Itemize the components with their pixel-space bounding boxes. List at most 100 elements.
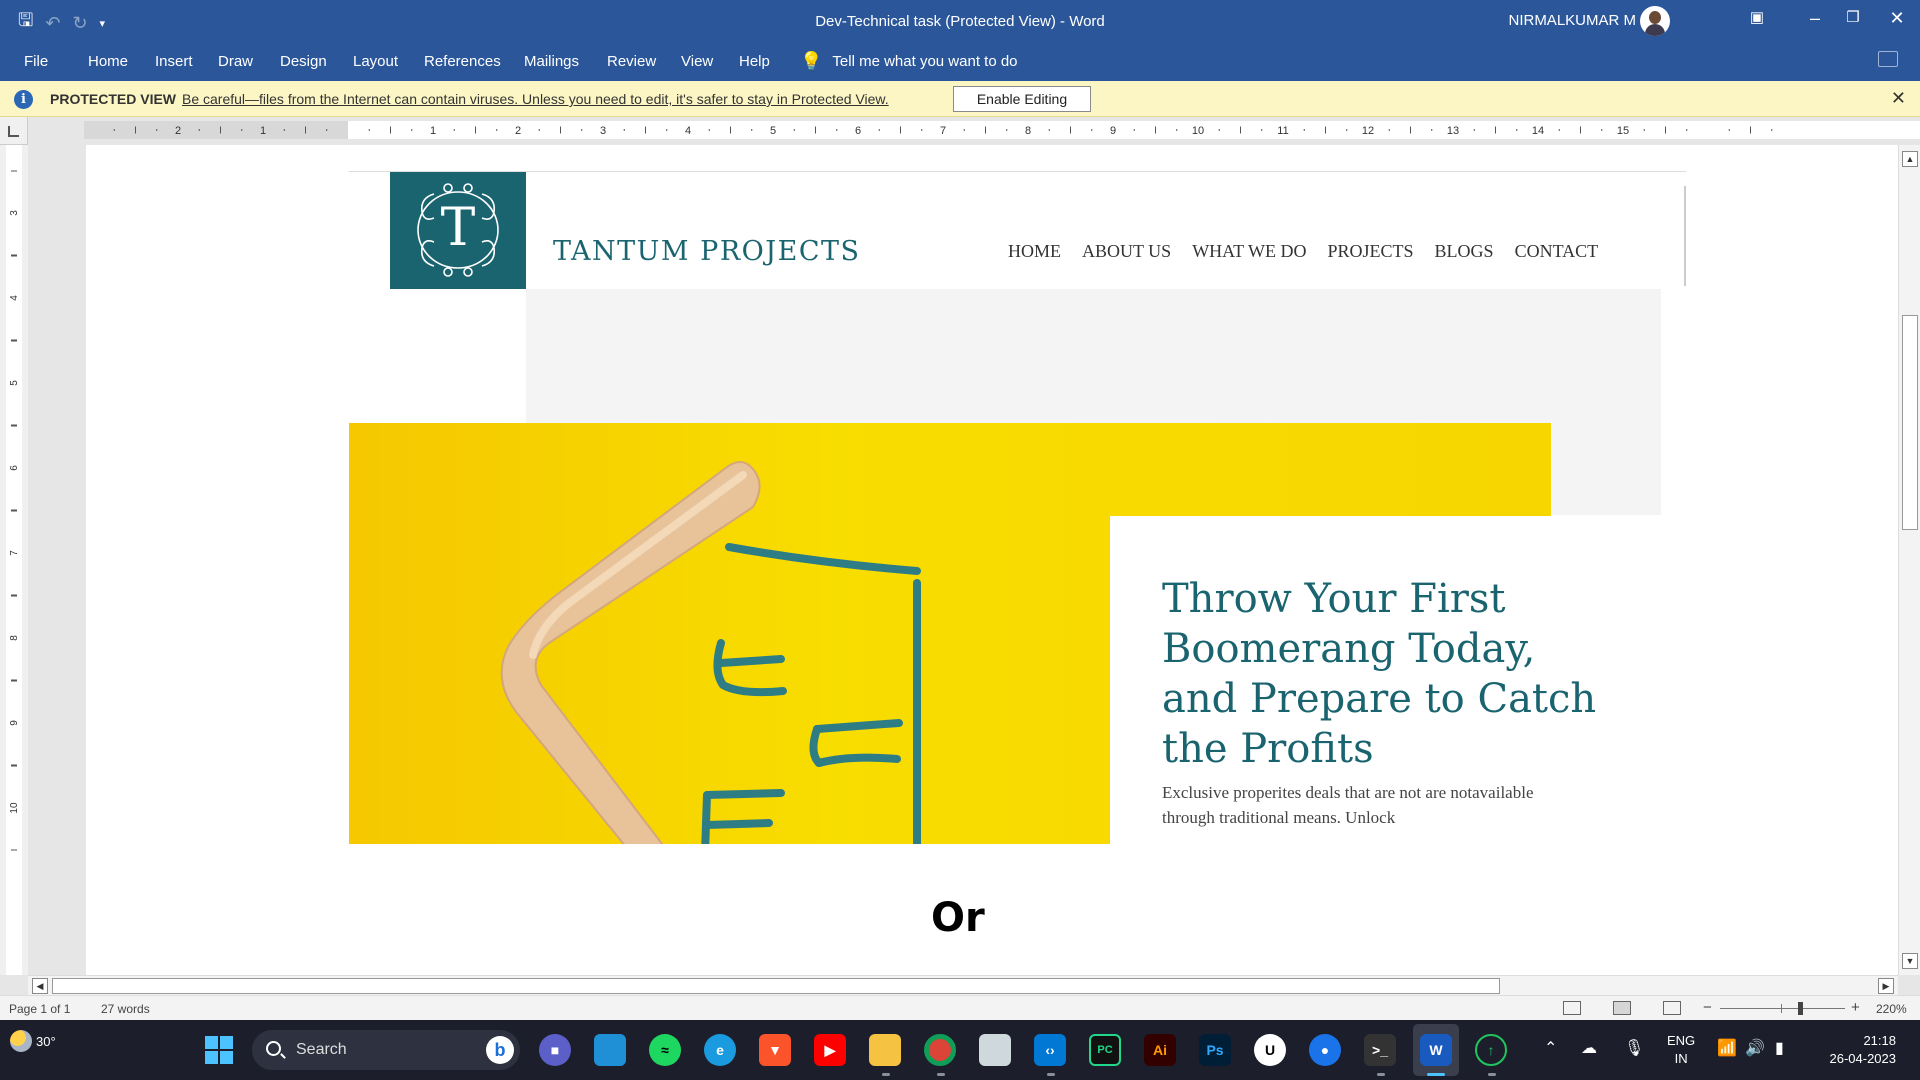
onedrive-icon[interactable]: ☁: [1581, 1038, 1597, 1058]
horizontal-scrollbar[interactable]: ◀ ▶: [28, 975, 1898, 995]
zoom-slider[interactable]: [1720, 1008, 1845, 1009]
tab-references[interactable]: References: [424, 53, 501, 70]
tell-me-box[interactable]: 💡 Tell me what you want to do: [800, 51, 1018, 72]
tab-design[interactable]: Design: [280, 53, 327, 70]
horizontal-scroll-thumb[interactable]: [52, 978, 1500, 994]
enable-editing-button[interactable]: Enable Editing: [953, 86, 1091, 112]
chrome-icon[interactable]: [924, 1034, 956, 1066]
tab-layout[interactable]: Layout: [353, 53, 398, 70]
restore-icon[interactable]: ❐: [1838, 8, 1868, 26]
brave-icon[interactable]: ▼: [759, 1034, 791, 1066]
scroll-left-icon[interactable]: ◀: [32, 978, 48, 994]
comments-icon[interactable]: [1878, 51, 1898, 67]
close-icon[interactable]: ✕: [1882, 8, 1912, 29]
ruler-number: 2: [515, 125, 521, 137]
image-edge-line: [1684, 186, 1686, 286]
ruler-number: 2: [175, 125, 181, 137]
vscode-icon[interactable]: ‹›: [1034, 1034, 1066, 1066]
vertical-ruler-ticks: 3 4 5 6 7 8 9 10: [9, 170, 20, 851]
weather-widget[interactable]: 30°: [10, 1030, 56, 1052]
upwork-tracker-icon[interactable]: ↑: [1475, 1034, 1507, 1066]
web-layout-icon[interactable]: [1663, 1001, 1681, 1015]
tab-mailings[interactable]: Mailings: [524, 53, 579, 70]
scroll-right-icon[interactable]: ▶: [1878, 978, 1894, 994]
page-count[interactable]: Page 1 of 1: [9, 1002, 70, 1016]
embedded-website-image[interactable]: T TANTUM PROJECTS HOME ABOUT US WHAT WE …: [349, 171, 1686, 844]
bing-icon[interactable]: b: [486, 1036, 514, 1064]
photoshop-icon[interactable]: Ps: [1199, 1034, 1231, 1066]
close-message-bar-icon[interactable]: ✕: [1891, 88, 1906, 109]
ruler-number: 9: [1110, 125, 1116, 137]
volume-icon[interactable]: 🔊: [1745, 1038, 1765, 1058]
ruler-number: 13: [1447, 125, 1459, 137]
battery-icon[interactable]: ▮: [1775, 1038, 1784, 1058]
zoom-slider-thumb[interactable]: [1798, 1002, 1803, 1015]
tab-draw[interactable]: Draw: [218, 53, 253, 70]
search-icon: [266, 1041, 281, 1056]
scroll-up-icon[interactable]: ▲: [1902, 151, 1918, 167]
spotify-icon[interactable]: ≈: [649, 1034, 681, 1066]
nav-about-us: ABOUT US: [1082, 241, 1172, 261]
document-page[interactable]: T TANTUM PROJECTS HOME ABOUT US WHAT WE …: [86, 145, 1898, 975]
clock[interactable]: 21:18 26-04-2023: [1818, 1032, 1897, 1068]
hero-text-card: Throw Your First Boomerang Today, and Pr…: [1110, 516, 1661, 844]
maps-icon[interactable]: ●: [1309, 1034, 1341, 1066]
vertical-scroll-thumb[interactable]: [1902, 315, 1918, 530]
tab-help[interactable]: Help: [739, 53, 770, 70]
ruler-number: 6: [855, 125, 861, 137]
minimize-icon[interactable]: –: [1800, 8, 1830, 29]
ruler-number: 1: [430, 125, 436, 137]
print-layout-icon[interactable]: [1613, 1001, 1631, 1015]
start-icon[interactable]: [203, 1034, 235, 1066]
nav-contact: CONTACT: [1514, 241, 1599, 261]
zoom-out-icon[interactable]: −: [1703, 999, 1712, 1016]
hero-subtext: Exclusive properites deals that are not …: [1162, 783, 1534, 827]
avatar[interactable]: [1640, 6, 1670, 36]
document-body-text[interactable]: Or: [931, 895, 985, 941]
zoom-level[interactable]: 220%: [1876, 1002, 1907, 1016]
tab-insert[interactable]: Insert: [155, 53, 193, 70]
scroll-down-icon[interactable]: ▼: [1902, 953, 1918, 969]
word-icon[interactable]: W: [1420, 1034, 1452, 1066]
taskbar-search[interactable]: Search b: [252, 1030, 520, 1070]
weather-temp: 30°: [36, 1033, 56, 1049]
language-indicator[interactable]: ENG IN: [1667, 1032, 1695, 1068]
ruler-number: 4: [685, 125, 691, 137]
time: 21:18: [1863, 1033, 1896, 1048]
tab-file[interactable]: File: [24, 53, 48, 70]
tab-home[interactable]: Home: [88, 53, 128, 70]
site-nav: HOME ABOUT US WHAT WE DO PROJECTS BLOGS …: [1008, 241, 1598, 262]
teams-chat-icon[interactable]: ■: [539, 1034, 571, 1066]
vertical-ruler[interactable]: 3 4 5 6 7 8 9 10: [0, 145, 28, 975]
nav-what-we-do: WHAT WE DO: [1192, 241, 1307, 261]
tab-view[interactable]: View: [681, 53, 713, 70]
vertical-scrollbar[interactable]: ▲ ▼: [1898, 145, 1920, 975]
horizontal-ruler[interactable]: 2 1 1 2 3 4 5 6 7 8 9 10 11 12 13 14 15: [84, 121, 1920, 139]
user-name[interactable]: NIRMALKUMAR M: [1508, 12, 1636, 29]
ruler-number: 8: [9, 635, 20, 641]
tab-selector[interactable]: [0, 117, 28, 145]
windows-logo-icon: [205, 1036, 233, 1064]
microphone-icon[interactable]: 🎙: [1624, 1038, 1644, 1058]
edge-icon[interactable]: e: [704, 1034, 736, 1066]
word-count[interactable]: 27 words: [101, 1002, 150, 1016]
status-bar: Page 1 of 1 27 words − + 220%: [0, 995, 1920, 1020]
youtube-icon[interactable]: ▶: [814, 1034, 846, 1066]
pycharm-icon[interactable]: PC: [1089, 1034, 1121, 1066]
document-area[interactable]: T TANTUM PROJECTS HOME ABOUT US WHAT WE …: [28, 145, 1898, 975]
read-mode-icon[interactable]: [1563, 1001, 1581, 1015]
show-hidden-icons-icon[interactable]: ⌃: [1544, 1038, 1557, 1058]
illustrator-icon[interactable]: Ai: [1144, 1034, 1176, 1066]
upwork-icon[interactable]: U: [1254, 1034, 1286, 1066]
ribbon-display-options-icon[interactable]: ▣: [1742, 8, 1772, 26]
desktop-icon[interactable]: [594, 1034, 626, 1066]
file-explorer-icon[interactable]: [869, 1034, 901, 1066]
terminal-icon[interactable]: >_: [1364, 1034, 1396, 1066]
zoom-in-icon[interactable]: +: [1851, 999, 1860, 1016]
wifi-icon[interactable]: 📶: [1717, 1038, 1737, 1058]
ribbon-tabs: File Home Insert Draw Design Layout Refe…: [0, 42, 1920, 81]
tab-review[interactable]: Review: [607, 53, 656, 70]
disk-cleanup-icon[interactable]: [979, 1034, 1011, 1066]
protected-view-message-link[interactable]: Be careful—files from the Internet can c…: [182, 91, 889, 107]
hero-headline: Throw Your First Boomerang Today, and Pr…: [1162, 576, 1597, 772]
